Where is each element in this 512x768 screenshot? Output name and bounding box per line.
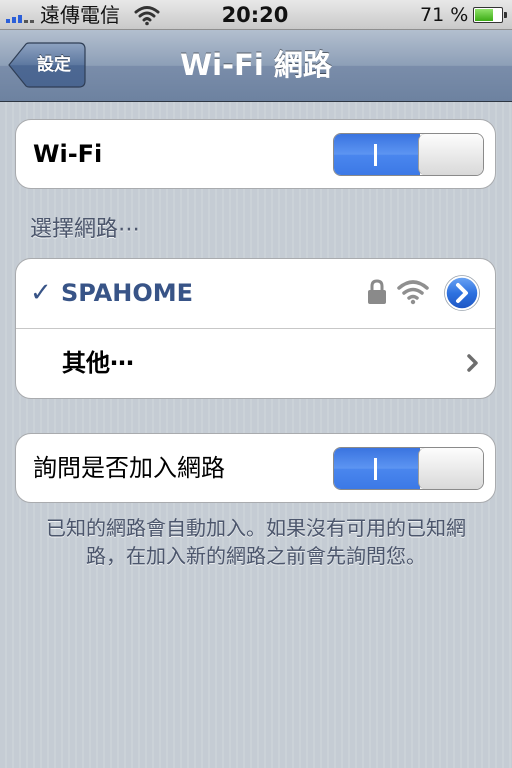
toggle-knob xyxy=(418,134,483,175)
toggle-knob xyxy=(418,448,483,489)
section-header-choose-network: 選擇網路⋯ xyxy=(30,217,141,242)
network-row-spahome[interactable]: ✓ SPAHOME xyxy=(16,259,495,328)
toggle-on-mark xyxy=(374,144,377,166)
network-name: SPAHOME xyxy=(61,279,194,307)
wifi-group: Wi-Fi xyxy=(15,119,496,189)
battery-percent: 71 % xyxy=(420,4,469,26)
page-title: Wi-Fi 網路 xyxy=(180,48,332,82)
wifi-label: Wi-Fi xyxy=(33,140,103,168)
status-bar: 遠傳電信 20:20 71 % xyxy=(0,0,512,30)
wifi-icon xyxy=(134,6,160,26)
clock: 20:20 xyxy=(221,3,289,27)
toggle-on-mark xyxy=(374,458,377,480)
checkmark-icon: ✓ xyxy=(30,278,52,308)
network-row-other[interactable]: 其他⋯ xyxy=(16,328,495,397)
wifi-toggle[interactable] xyxy=(333,133,484,176)
ask-to-join-group: 詢問是否加入網路 xyxy=(15,433,496,503)
battery-icon xyxy=(473,7,507,23)
ask-to-join-row: 詢問是否加入網路 xyxy=(16,434,495,502)
signal-icon xyxy=(6,9,34,23)
navigation-bar: 設定 Wi-Fi 網路 xyxy=(0,30,512,102)
lock-icon xyxy=(368,279,386,304)
footer-note: 已知的網路會自動加入。如果沒有可用的已知網路，在加入新的網路之前會先詢問您。 xyxy=(46,516,466,568)
detail-disclosure-icon[interactable] xyxy=(444,275,480,311)
carrier-name: 遠傳電信 xyxy=(40,3,120,27)
other-network-label: 其他⋯ xyxy=(62,349,134,377)
ask-to-join-toggle[interactable] xyxy=(333,447,484,490)
networks-group: ✓ SPAHOME 其他⋯ xyxy=(15,258,496,399)
back-button[interactable]: 設定 xyxy=(8,42,86,88)
back-button-label: 設定 xyxy=(37,55,71,75)
ask-to-join-label: 詢問是否加入網路 xyxy=(33,454,225,482)
wifi-signal-icon xyxy=(397,280,429,305)
wifi-row: Wi-Fi xyxy=(16,120,495,188)
chevron-right-icon xyxy=(467,354,478,372)
